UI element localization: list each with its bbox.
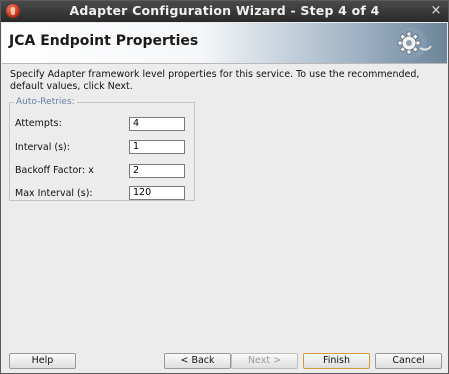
backoff-factor-field[interactable]: 2 bbox=[129, 164, 185, 178]
cancel-button[interactable]: Cancel bbox=[375, 353, 442, 369]
back-button[interactable]: < Back bbox=[164, 353, 231, 369]
window-title: Adapter Configuration Wizard - Step 4 of… bbox=[69, 3, 380, 18]
backoff-factor-label: Backoff Factor: x bbox=[15, 165, 94, 176]
interval-label: Interval (s): bbox=[15, 142, 70, 153]
interval-field[interactable]: 1 bbox=[129, 140, 185, 154]
close-button[interactable]: × bbox=[428, 3, 444, 19]
finish-button[interactable]: Finish bbox=[303, 353, 370, 369]
auto-retries-legend: Auto-Retries: bbox=[14, 97, 77, 107]
description-text: Specify Adapter framework level properti… bbox=[10, 69, 420, 92]
max-interval-field[interactable]: 120 bbox=[129, 186, 185, 200]
next-button[interactable]: Next > bbox=[231, 353, 298, 369]
attempts-field[interactable]: 4 bbox=[129, 117, 185, 131]
help-button[interactable]: Help bbox=[9, 353, 76, 369]
gear-icon bbox=[395, 27, 432, 59]
title-bar[interactable]: Adapter Configuration Wizard - Step 4 of… bbox=[1, 1, 448, 22]
attempts-label: Attempts: bbox=[15, 118, 62, 129]
max-interval-label: Max Interval (s): bbox=[15, 188, 93, 199]
header-banner: JCA Endpoint Properties bbox=[2, 23, 447, 64]
page-title: JCA Endpoint Properties bbox=[9, 33, 199, 49]
wizard-window: Adapter Configuration Wizard - Step 4 of… bbox=[0, 0, 449, 374]
